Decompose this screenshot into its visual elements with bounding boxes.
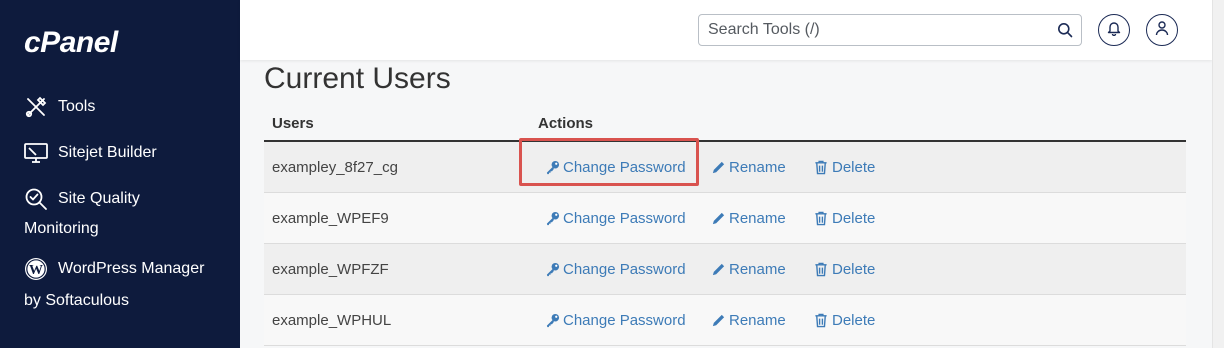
row-actions: Change Password Rename Delete: [530, 312, 875, 329]
user-name: example_WPEF9: [272, 209, 389, 227]
bell-icon: [1107, 20, 1121, 41]
sidebar-item-label: Sitejet Builder: [58, 144, 157, 161]
link-label: Rename: [729, 311, 786, 329]
user-name: exampley_8f27_cg: [272, 158, 398, 176]
user-menu-button[interactable]: [1146, 14, 1178, 46]
link-label: Change Password: [563, 260, 686, 278]
change-password-link[interactable]: Change Password: [530, 312, 710, 329]
delete-link[interactable]: Delete: [813, 159, 875, 176]
pencil-icon: [710, 312, 726, 328]
table-row: example_WPFZF Change Password Rename Del…: [264, 244, 1186, 295]
key-icon: [544, 210, 560, 226]
magnifier-check-icon: [24, 187, 48, 211]
key-icon: [544, 159, 560, 175]
link-label: Rename: [729, 158, 786, 176]
sidebar-item-label: by Softaculous: [24, 292, 129, 309]
user-name: example_WPFZF: [272, 260, 389, 278]
row-actions: Change Password Rename Delete: [530, 210, 875, 227]
wordpress-icon: W: [24, 257, 48, 281]
page-title: Current Users: [264, 62, 451, 95]
row-actions: Change Password Rename Delete: [519, 137, 875, 186]
link-label: Delete: [832, 209, 876, 227]
user-icon: [1155, 20, 1169, 41]
users-table: Users Actions exampley_8f27_cg Change Pa…: [264, 106, 1186, 346]
sidebar-item-label: WordPress Manager: [58, 260, 205, 277]
link-label: Change Password: [563, 209, 686, 227]
table-row: example_WPEF9 Change Password Rename Del…: [264, 193, 1186, 244]
svg-text:W: W: [29, 263, 43, 278]
link-label: Change Password: [563, 158, 686, 176]
trash-icon: [813, 261, 829, 277]
column-header-actions: Actions: [538, 114, 594, 132]
sidebar-item-sitejet-builder[interactable]: Sitejet Builder: [24, 138, 224, 168]
search-box: [698, 14, 1082, 46]
notifications-button[interactable]: [1098, 14, 1130, 46]
user-name: example_WPHUL: [272, 311, 392, 329]
pencil-icon: [710, 261, 726, 277]
table-row: exampley_8f27_cg Change Password Rename: [264, 137, 1186, 193]
delete-link[interactable]: Delete: [813, 210, 875, 227]
scrollbar[interactable]: [1212, 0, 1224, 348]
sidebar-item-label: Tools: [58, 98, 96, 115]
link-label: Change Password: [563, 311, 686, 329]
column-header-users: Users: [272, 114, 314, 132]
link-label: Delete: [832, 260, 876, 278]
table-header: Users Actions: [264, 106, 1186, 142]
trash-icon: [813, 312, 829, 328]
key-icon: [544, 312, 560, 328]
row-actions: Change Password Rename Delete: [530, 261, 875, 278]
key-icon: [544, 261, 560, 277]
link-label: Delete: [832, 158, 876, 176]
sidebar-item-label: Site Quality: [58, 190, 140, 207]
change-password-link[interactable]: Change Password: [530, 210, 710, 227]
sidebar-item-label: Monitoring: [24, 220, 99, 237]
tools-icon: [24, 95, 48, 119]
table-row: example_WPHUL Change Password Rename Del…: [264, 295, 1186, 346]
search-input[interactable]: [699, 15, 1039, 45]
pencil-icon: [710, 159, 726, 175]
cpanel-logo[interactable]: cPanel: [24, 26, 118, 60]
change-password-link[interactable]: Change Password: [519, 137, 710, 186]
trash-icon: [813, 210, 829, 226]
sidebar-item-tools[interactable]: Tools: [24, 92, 224, 122]
monitor-icon: [24, 141, 48, 165]
delete-link[interactable]: Delete: [813, 312, 875, 329]
pencil-icon: [710, 210, 726, 226]
trash-icon: [813, 159, 829, 175]
sidebar-item-wordpress-manager[interactable]: W WordPress Manager by Softaculous: [24, 254, 234, 316]
sidebar: cPanel Tools Sitejet Builder Site Qualit…: [0, 0, 240, 348]
top-bar: [240, 0, 1212, 60]
change-password-link[interactable]: Change Password: [530, 261, 710, 278]
sidebar-item-site-quality-monitoring[interactable]: Site Quality Monitoring: [24, 184, 234, 244]
link-label: Delete: [832, 311, 876, 329]
rename-link[interactable]: Rename: [710, 159, 813, 176]
rename-link[interactable]: Rename: [710, 312, 813, 329]
search-icon[interactable]: [1057, 22, 1073, 38]
link-label: Rename: [729, 260, 786, 278]
delete-link[interactable]: Delete: [813, 261, 875, 278]
link-label: Rename: [729, 209, 786, 227]
rename-link[interactable]: Rename: [710, 261, 813, 278]
rename-link[interactable]: Rename: [710, 210, 813, 227]
